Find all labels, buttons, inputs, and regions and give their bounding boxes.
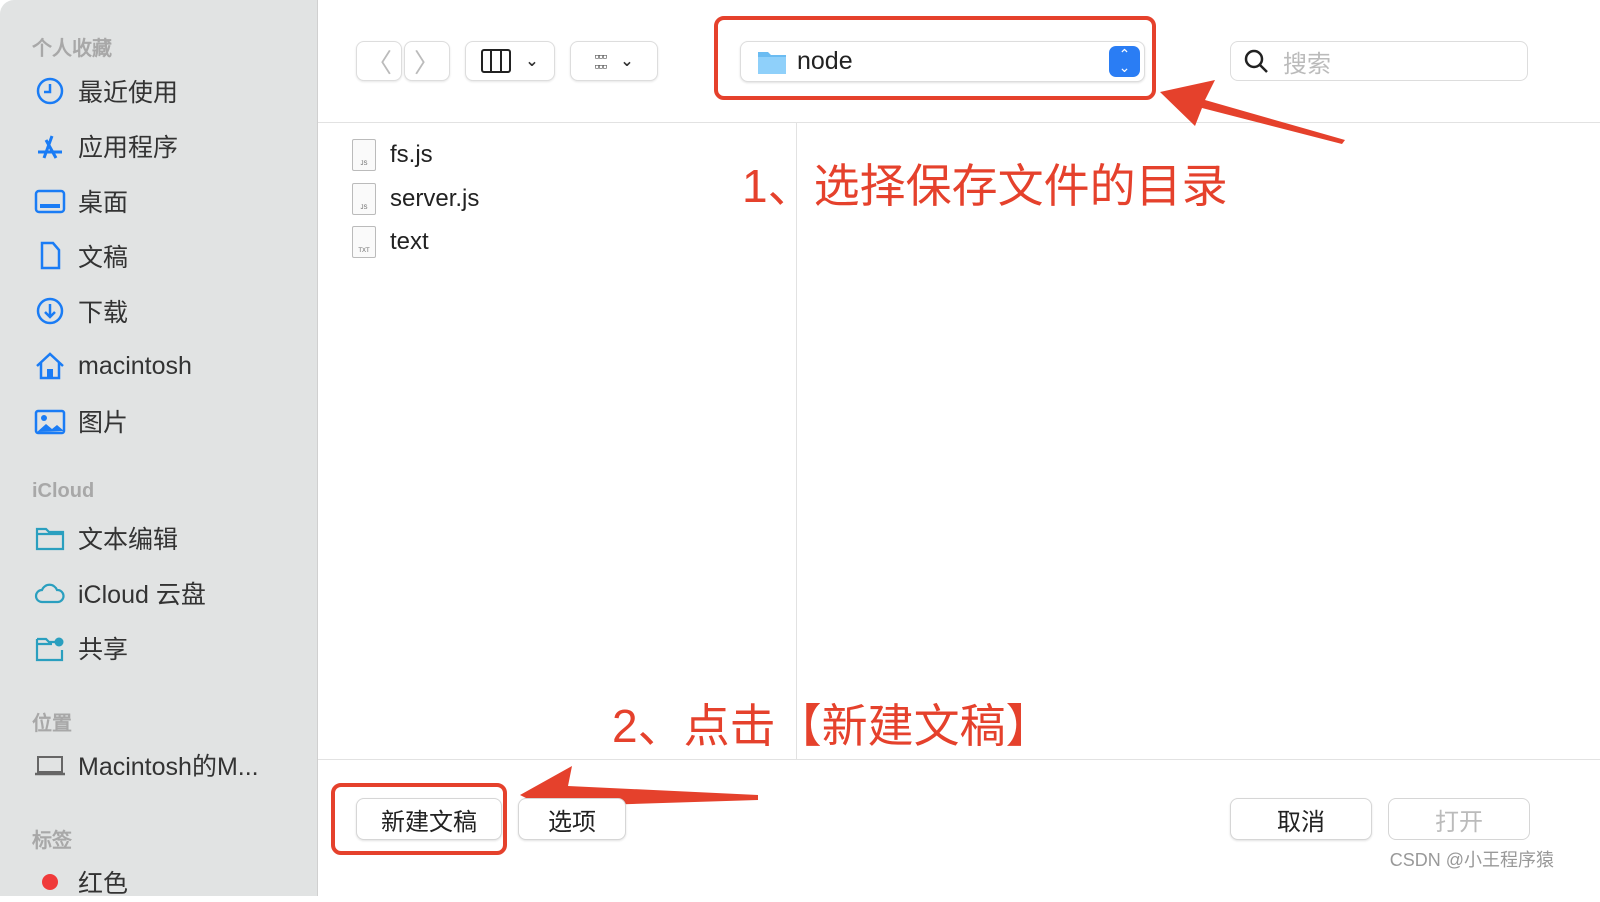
watermark: CSDN @小王程序猿 [1389, 850, 1554, 870]
annotation-arrows [520, 80, 1345, 820]
annotation-highlight-new-document [331, 783, 507, 855]
open-button[interactable]: 打开 [1388, 798, 1530, 840]
cancel-button[interactable]: 取消 [1230, 798, 1372, 840]
arrow-to-location [1160, 80, 1345, 144]
options-button[interactable]: 选项 [518, 798, 626, 840]
